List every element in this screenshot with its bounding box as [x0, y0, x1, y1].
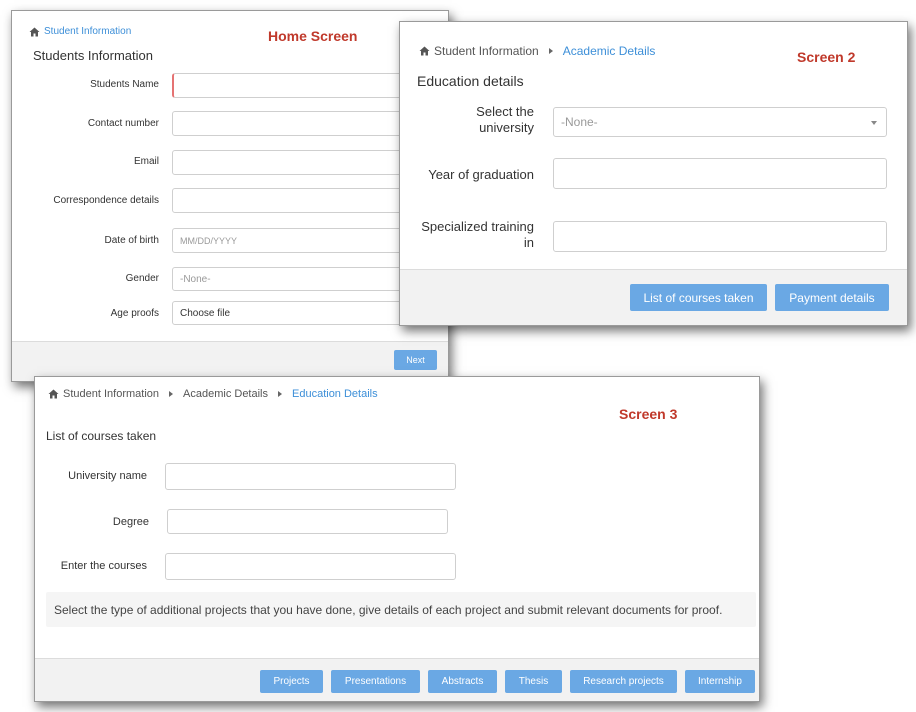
caret-right-icon [169, 391, 174, 397]
gender-selected-value: -None- [180, 273, 211, 285]
chevron-down-icon [871, 121, 877, 125]
breadcrumb: Student Information Academic Details Edu… [48, 388, 378, 400]
enter-courses-input[interactable] [165, 553, 456, 580]
university-selected-value: -None- [561, 115, 598, 129]
breadcrumb: Student Information [29, 26, 131, 37]
info-box: Select the type of additional projects t… [46, 592, 756, 627]
university-name-input[interactable] [165, 463, 456, 490]
specialized-training-label: Specialized training in [421, 219, 534, 250]
specialized-training-input[interactable] [553, 221, 887, 252]
info-text: Select the type of additional projects t… [54, 603, 723, 617]
screen-3: Student Information Academic Details Edu… [34, 376, 760, 702]
list-of-courses-taken-button[interactable]: List of courses taken [630, 284, 767, 311]
internship-button[interactable]: Internship [685, 670, 755, 693]
home-icon [29, 27, 40, 36]
home-icon [419, 46, 430, 56]
presentations-button[interactable]: Presentations [331, 670, 420, 693]
enter-courses-label: Enter the courses [60, 560, 147, 572]
year-of-graduation-input[interactable] [553, 158, 887, 189]
screen-tag: Screen 2 [797, 49, 856, 65]
screen-tag: Screen 3 [619, 406, 678, 422]
next-button[interactable]: Next [394, 350, 437, 370]
breadcrumb-academic-details[interactable]: Academic Details [183, 388, 268, 400]
payment-details-button[interactable]: Payment details [775, 284, 889, 311]
breadcrumb-student-information[interactable]: Student Information [63, 388, 159, 400]
select-university-label: Select the university [476, 104, 534, 135]
breadcrumb-student-information[interactable]: Student Information [434, 44, 539, 58]
age-proofs-label: Age proofs [110, 308, 159, 319]
abstracts-button[interactable]: Abstracts [428, 670, 497, 693]
degree-label: Degree [112, 516, 149, 528]
choose-file-button[interactable]: Choose file [180, 308, 230, 319]
research-projects-button[interactable]: Research projects [570, 670, 677, 693]
breadcrumb-education-details[interactable]: Education Details [292, 388, 378, 400]
screen-2: Student Information Academic Details Scr… [399, 21, 908, 326]
home-icon [48, 389, 59, 399]
caret-right-icon [548, 48, 553, 54]
correspondence-details-label: Correspondence details [53, 195, 159, 206]
page-title: Education details [417, 73, 524, 89]
page-title: List of courses taken [46, 429, 157, 443]
email-label: Email [133, 156, 159, 167]
contact-number-label: Contact number [87, 118, 159, 129]
degree-input[interactable] [167, 509, 448, 534]
breadcrumb-academic-details[interactable]: Academic Details [563, 44, 656, 58]
home-screen: Student Information Home Screen Students… [11, 10, 449, 382]
university-select[interactable]: -None- [553, 107, 887, 137]
page-title: Students Information [33, 48, 153, 63]
university-name-label: University name [68, 470, 147, 482]
home-footer [12, 341, 448, 381]
date-of-birth-placeholder: MM/DD/YYYY [180, 235, 238, 246]
students-name-label: Students Name [90, 79, 159, 90]
date-of-birth-label: Date of birth [104, 235, 159, 246]
breadcrumb: Student Information Academic Details [419, 44, 655, 58]
thesis-button[interactable]: Thesis [505, 670, 562, 693]
caret-right-icon [278, 391, 282, 397]
breadcrumb-student-information[interactable]: Student Information [44, 26, 131, 37]
projects-button[interactable]: Projects [260, 670, 323, 693]
screen-tag: Home Screen [268, 28, 358, 44]
gender-label: Gender [125, 273, 159, 284]
year-of-graduation-label: Year of graduation [428, 167, 534, 182]
